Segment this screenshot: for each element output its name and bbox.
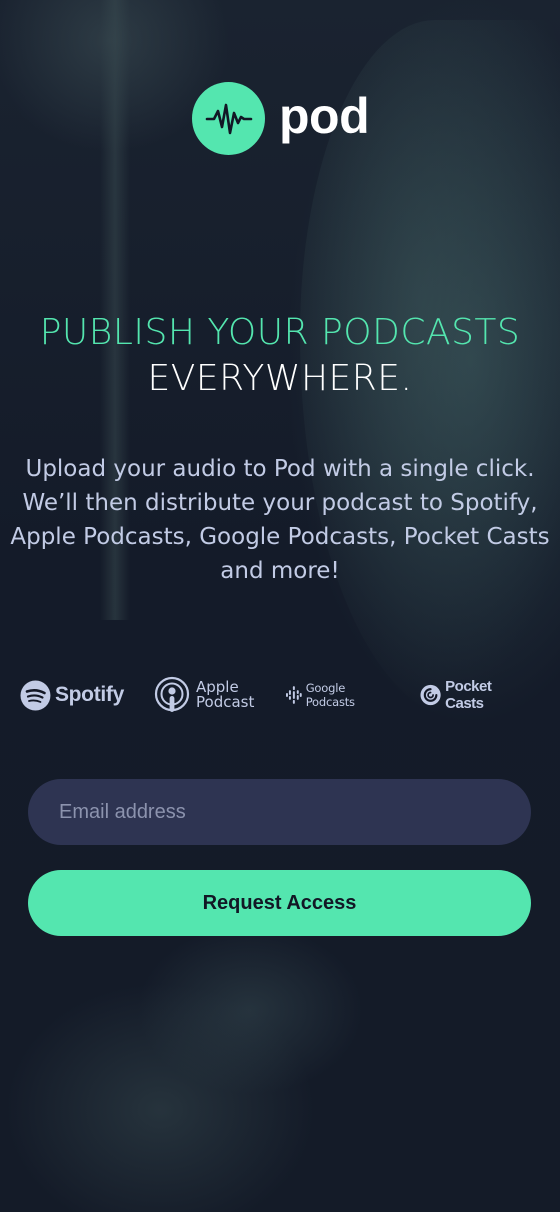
background-photo bbox=[0, 0, 560, 1212]
apple-podcasts-logo: Apple Podcast bbox=[154, 676, 264, 714]
google-podcasts-label: Google Podcasts bbox=[305, 681, 355, 709]
pocket-casts-label: Pocket Casts bbox=[445, 678, 492, 712]
headline-white-line: EVERYWHERE. bbox=[147, 358, 413, 399]
brand-name: pod bbox=[279, 87, 370, 144]
request-access-button[interactable]: Request Access bbox=[28, 870, 531, 936]
page-headline: PUBLISH YOUR PODCASTS EVERYWHERE. bbox=[0, 310, 560, 402]
brand-logo: pod bbox=[192, 82, 370, 155]
waveform-icon bbox=[192, 82, 265, 155]
intro-text: Upload your audio to Pod with a single c… bbox=[10, 456, 550, 584]
apple-label-line2: Podcast bbox=[196, 693, 255, 711]
platform-logos: Spotify Apple Podcast Google Podcasts Po… bbox=[20, 676, 530, 714]
google-podcasts-logo: Google Podcasts bbox=[286, 681, 396, 709]
pocket-casts-icon bbox=[420, 684, 441, 706]
spotify-logo: Spotify bbox=[20, 680, 124, 711]
google-podcasts-icon bbox=[286, 686, 302, 704]
pocket-casts-logo: Pocket Casts bbox=[420, 678, 530, 712]
headline-accent-line: PUBLISH YOUR PODCASTS bbox=[39, 312, 521, 353]
apple-podcasts-label: Apple Podcast bbox=[196, 680, 254, 710]
apple-podcasts-icon bbox=[154, 676, 190, 712]
spotify-label: Spotify bbox=[54, 683, 124, 706]
email-field[interactable] bbox=[28, 779, 531, 845]
spotify-icon bbox=[20, 680, 51, 710]
